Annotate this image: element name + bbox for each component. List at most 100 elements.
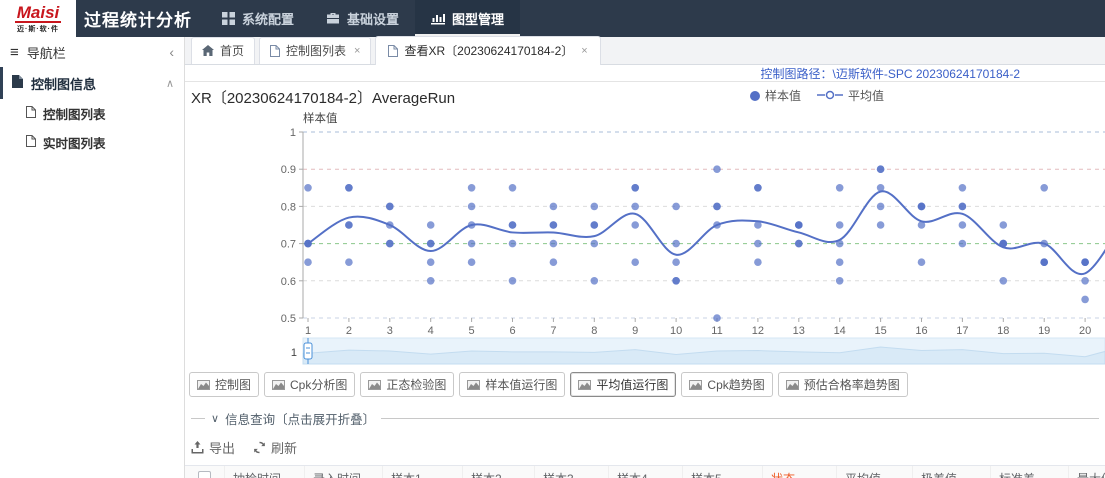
sample-point[interactable] [713, 221, 721, 229]
sample-point[interactable] [1040, 258, 1048, 266]
sample-point[interactable] [345, 258, 353, 266]
sample-point[interactable] [468, 221, 476, 229]
chart-canvas[interactable]: 10.90.80.70.60.5样本值123456789101112131415… [185, 112, 1105, 368]
sample-point[interactable] [631, 221, 639, 229]
menu-item-system-config[interactable]: 系统配置 [206, 0, 310, 37]
sample-point[interactable] [795, 221, 803, 229]
close-icon[interactable]: × [581, 45, 587, 57]
sample-point[interactable] [713, 165, 721, 173]
sample-point[interactable] [1000, 221, 1008, 229]
sample-point[interactable] [550, 203, 558, 211]
sample-point[interactable] [754, 240, 762, 248]
path-value[interactable]: \迈斯软件-SPC 20230624170184-2 [833, 65, 1020, 82]
button-sample-run-chart[interactable]: 样本值运行图 [459, 372, 565, 397]
sample-point[interactable] [304, 258, 312, 266]
sample-point[interactable] [959, 203, 967, 211]
sample-point[interactable] [427, 258, 435, 266]
sample-point[interactable] [1081, 258, 1089, 266]
sample-point[interactable] [1081, 277, 1089, 285]
sample-point[interactable] [550, 258, 558, 266]
sample-point[interactable] [1000, 240, 1008, 248]
button-pass-rate-trend[interactable]: 预估合格率趋势图 [778, 372, 908, 397]
sample-point[interactable] [550, 240, 558, 248]
sample-point[interactable] [509, 277, 517, 285]
button-control-chart[interactable]: 控制图 [189, 372, 259, 397]
button-normality-test[interactable]: 正态检验图 [360, 372, 454, 397]
sample-point[interactable] [918, 258, 926, 266]
datazoom-handle[interactable] [304, 343, 312, 359]
sample-point[interactable] [509, 184, 517, 192]
sample-point[interactable] [1081, 296, 1089, 304]
sample-point[interactable] [631, 184, 639, 192]
hamburger-icon[interactable]: ≡ [10, 44, 19, 61]
average-run-chart[interactable]: 10.90.80.70.60.5样本值123456789101112131415… [185, 112, 1105, 368]
export-button[interactable]: 导出 [191, 438, 235, 457]
sample-point[interactable] [877, 184, 885, 192]
sample-point[interactable] [713, 203, 721, 211]
sample-point[interactable] [345, 221, 353, 229]
sample-point[interactable] [631, 203, 639, 211]
sidebar-item-realtime-chart-list[interactable]: 实时图列表 [0, 128, 184, 157]
sample-point[interactable] [836, 277, 844, 285]
sample-point[interactable] [631, 258, 639, 266]
sample-point[interactable] [591, 277, 599, 285]
tab-control-chart-list[interactable]: 控制图列表 × [259, 37, 371, 64]
sample-point[interactable] [304, 184, 312, 192]
sample-point[interactable] [754, 258, 762, 266]
legend-item-average[interactable]: 平均值 [817, 87, 884, 104]
sample-point[interactable] [877, 221, 885, 229]
sample-point[interactable] [836, 184, 844, 192]
sample-point[interactable] [386, 240, 394, 248]
sample-point[interactable] [468, 203, 476, 211]
menu-item-chart-management[interactable]: 图型管理 [415, 0, 520, 37]
menu-item-basic-settings[interactable]: 基础设置 [310, 0, 415, 37]
sample-point[interactable] [386, 221, 394, 229]
sample-point[interactable] [468, 240, 476, 248]
legend-item-sample[interactable]: 样本值 [750, 87, 801, 104]
sample-point[interactable] [468, 184, 476, 192]
sample-point[interactable] [1000, 277, 1008, 285]
sample-point[interactable] [918, 221, 926, 229]
sample-point[interactable] [959, 184, 967, 192]
sample-point[interactable] [427, 221, 435, 229]
sample-point[interactable] [918, 203, 926, 211]
close-icon[interactable]: × [354, 45, 360, 57]
sample-point[interactable] [672, 203, 680, 211]
sample-point[interactable] [427, 277, 435, 285]
info-query-toggle[interactable]: ∨ 信息查询〔点击展开折叠〕 [191, 409, 1099, 428]
sample-point[interactable] [877, 165, 885, 173]
sample-point[interactable] [795, 240, 803, 248]
refresh-button[interactable]: 刷新 [253, 438, 297, 457]
button-cpk-analysis[interactable]: Cpk分析图 [264, 372, 355, 397]
sample-point[interactable] [672, 240, 680, 248]
button-average-run-chart[interactable]: 平均值运行图 [570, 372, 676, 397]
sample-point[interactable] [754, 221, 762, 229]
sidebar-group-control-chart-info[interactable]: 控制图信息 ∧ [0, 67, 184, 99]
sample-point[interactable] [427, 240, 435, 248]
sample-point[interactable] [386, 203, 394, 211]
sample-point[interactable] [754, 184, 762, 192]
sample-point[interactable] [468, 258, 476, 266]
sample-point[interactable] [509, 240, 517, 248]
sample-point[interactable] [345, 184, 353, 192]
button-cpk-trend[interactable]: Cpk趋势图 [681, 372, 772, 397]
sample-point[interactable] [591, 240, 599, 248]
tab-view-xr[interactable]: 查看XR〔20230624170184-2〕 × [375, 36, 600, 65]
sample-point[interactable] [672, 258, 680, 266]
sample-point[interactable] [672, 277, 680, 285]
sample-point[interactable] [1040, 240, 1048, 248]
sample-point[interactable] [836, 221, 844, 229]
sample-point[interactable] [550, 221, 558, 229]
sidebar-item-control-chart-list[interactable]: 控制图列表 [0, 99, 184, 128]
sample-point[interactable] [959, 240, 967, 248]
sample-point[interactable] [713, 314, 721, 322]
tab-home[interactable]: 首页 [191, 37, 255, 64]
select-all-checkbox[interactable] [198, 471, 211, 478]
sample-point[interactable] [877, 203, 885, 211]
collapse-sidebar-icon[interactable]: ‹ [169, 44, 174, 60]
sample-point[interactable] [959, 221, 967, 229]
sample-point[interactable] [1040, 184, 1048, 192]
sample-point[interactable] [591, 203, 599, 211]
sample-point[interactable] [304, 240, 312, 248]
sample-point[interactable] [591, 221, 599, 229]
